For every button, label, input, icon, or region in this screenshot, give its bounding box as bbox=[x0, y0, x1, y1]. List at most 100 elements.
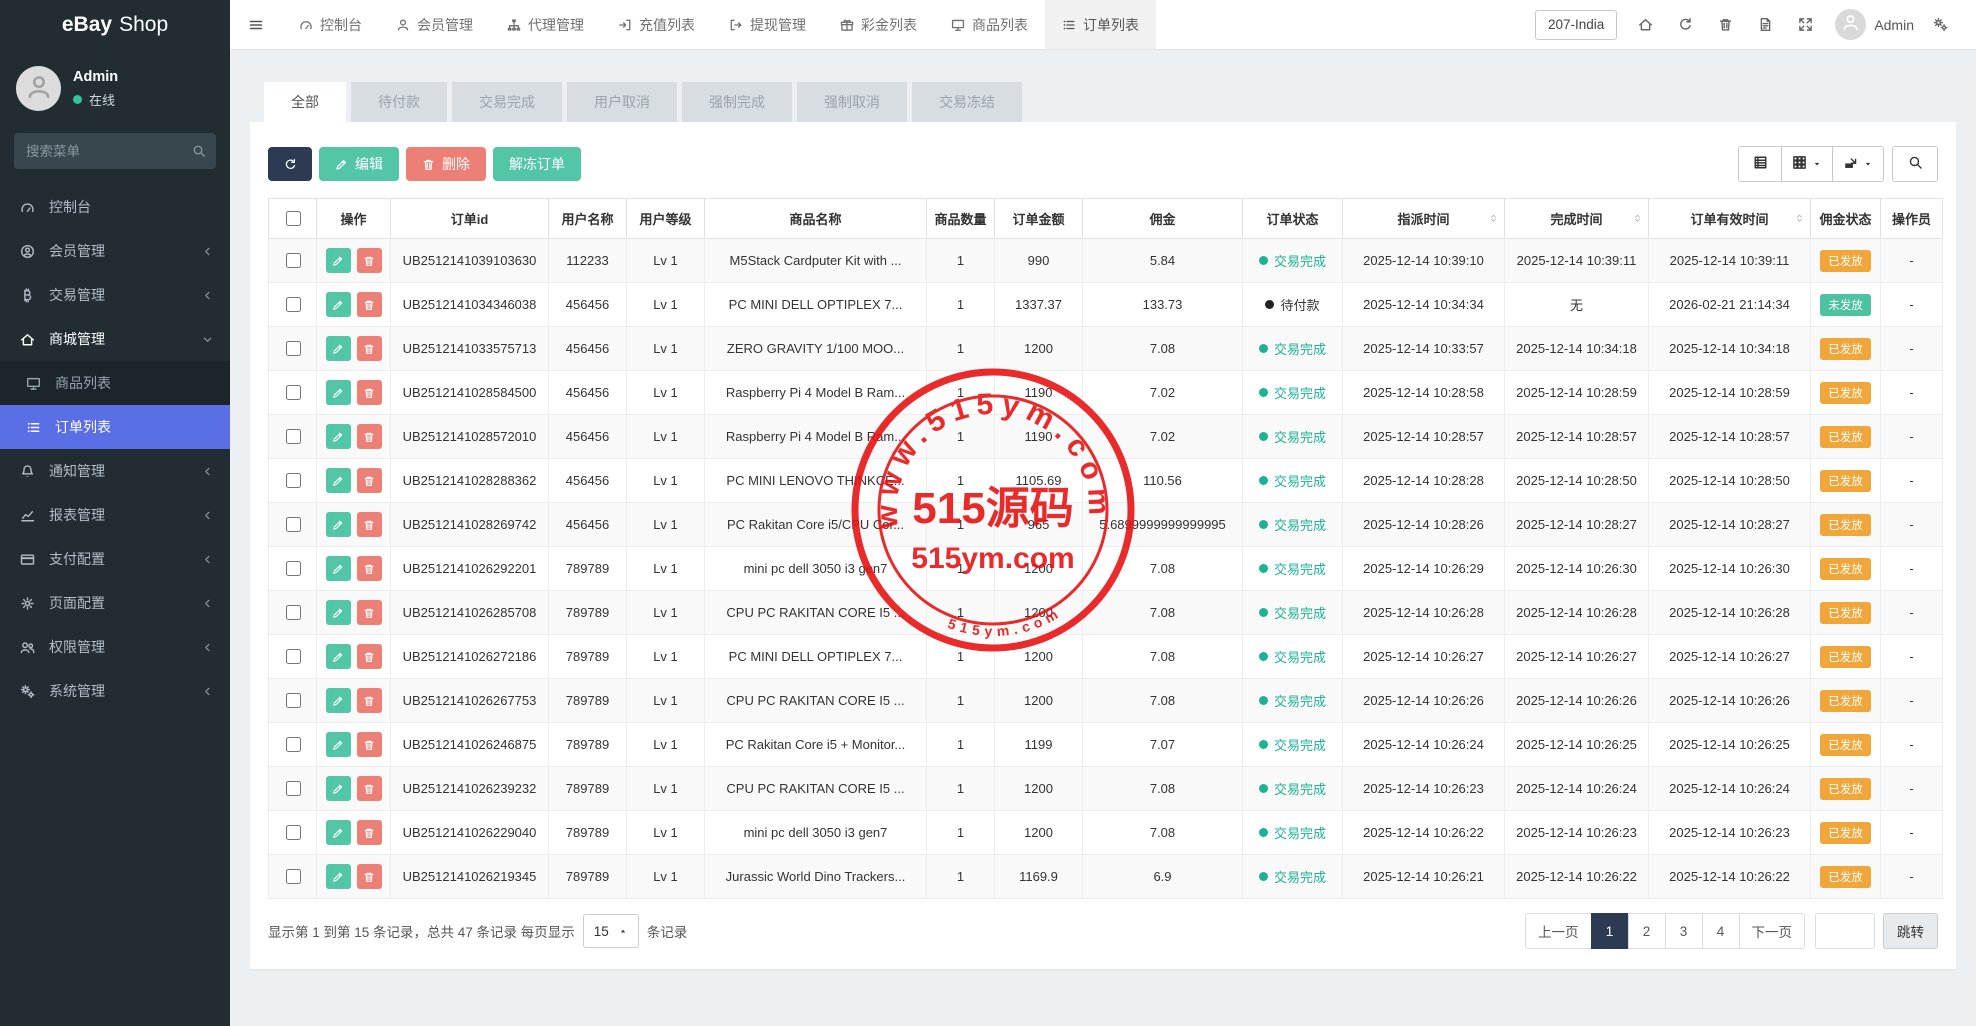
row-checkbox[interactable] bbox=[286, 825, 301, 840]
toggle-view-button[interactable] bbox=[1738, 146, 1782, 182]
edit-row-button[interactable] bbox=[326, 248, 351, 273]
edit-row-button[interactable] bbox=[326, 820, 351, 845]
delete-row-button[interactable] bbox=[357, 820, 382, 845]
tab-5[interactable]: 强制取消 bbox=[797, 82, 907, 122]
page-button-2[interactable]: 2 bbox=[1628, 913, 1666, 949]
tab-0[interactable]: 全部 bbox=[264, 82, 346, 122]
edit-row-button[interactable] bbox=[326, 732, 351, 757]
delete-row-button[interactable] bbox=[357, 468, 382, 493]
sidebar-item-reports[interactable]: 报表管理 bbox=[0, 493, 230, 537]
column-header[interactable]: 订单id bbox=[391, 199, 549, 239]
delete-row-button[interactable] bbox=[357, 248, 382, 273]
delete-row-button[interactable] bbox=[357, 292, 382, 317]
delete-row-button[interactable] bbox=[357, 688, 382, 713]
edit-row-button[interactable] bbox=[326, 556, 351, 581]
row-checkbox[interactable] bbox=[286, 385, 301, 400]
sidebar-item-orders[interactable]: 订单列表 bbox=[0, 405, 230, 449]
column-header[interactable]: 佣金状态 bbox=[1811, 199, 1881, 239]
sidebar-item-console[interactable]: 控制台 bbox=[0, 185, 230, 229]
settings-icon[interactable] bbox=[1920, 0, 1960, 50]
tab-2[interactable]: 交易完成 bbox=[452, 82, 562, 122]
select-all-checkbox[interactable] bbox=[286, 211, 301, 226]
edit-row-button[interactable] bbox=[326, 380, 351, 405]
column-header[interactable]: 商品数量 bbox=[927, 199, 995, 239]
column-header[interactable]: 佣金 bbox=[1083, 199, 1243, 239]
tab-4[interactable]: 强制完成 bbox=[682, 82, 792, 122]
delete-row-button[interactable] bbox=[357, 644, 382, 669]
row-checkbox[interactable] bbox=[286, 253, 301, 268]
column-header[interactable]: 商品名称 bbox=[705, 199, 927, 239]
region-selector[interactable]: 207-India bbox=[1535, 10, 1617, 40]
column-header[interactable]: 操作员 bbox=[1881, 199, 1943, 239]
avatar[interactable] bbox=[1835, 9, 1866, 40]
sidebar-item-notices[interactable]: 通知管理 bbox=[0, 449, 230, 493]
edit-row-button[interactable] bbox=[326, 336, 351, 361]
edit-row-button[interactable] bbox=[326, 644, 351, 669]
topnav-item-bonus[interactable]: 彩金列表 bbox=[823, 0, 934, 49]
sidebar-item-permissions[interactable]: 权限管理 bbox=[0, 625, 230, 669]
delete-row-button[interactable] bbox=[357, 864, 382, 889]
delete-row-button[interactable] bbox=[357, 424, 382, 449]
delete-row-button[interactable] bbox=[357, 600, 382, 625]
export-button[interactable] bbox=[1832, 146, 1884, 182]
row-checkbox[interactable] bbox=[286, 737, 301, 752]
edit-button[interactable]: 编辑 bbox=[319, 147, 399, 181]
sidebar-item-products[interactable]: 商品列表 bbox=[0, 361, 230, 405]
delete-row-button[interactable] bbox=[357, 776, 382, 801]
document-icon[interactable] bbox=[1745, 0, 1785, 50]
row-checkbox[interactable] bbox=[286, 693, 301, 708]
topnav-item-agents[interactable]: 代理管理 bbox=[490, 0, 601, 49]
topnav-item-recharge[interactable]: 充值列表 bbox=[601, 0, 712, 49]
jump-page-input[interactable] bbox=[1815, 913, 1875, 949]
column-header[interactable]: 用户等级 bbox=[627, 199, 705, 239]
tab-1[interactable]: 待付款 bbox=[351, 82, 447, 122]
app-logo[interactable]: eBay Shop bbox=[0, 0, 230, 50]
admin-name[interactable]: Admin bbox=[1874, 17, 1914, 33]
next-page-button[interactable]: 下一页 bbox=[1739, 913, 1806, 949]
menu-toggle-icon[interactable] bbox=[230, 0, 282, 49]
edit-row-button[interactable] bbox=[326, 600, 351, 625]
column-header[interactable]: 订单金额 bbox=[995, 199, 1083, 239]
edit-row-button[interactable] bbox=[326, 776, 351, 801]
edit-row-button[interactable] bbox=[326, 292, 351, 317]
edit-row-button[interactable] bbox=[326, 864, 351, 889]
sidebar-item-members[interactable]: 会员管理 bbox=[0, 229, 230, 273]
jump-button[interactable]: 跳转 bbox=[1883, 913, 1938, 949]
sidebar-item-payment-config[interactable]: 支付配置 bbox=[0, 537, 230, 581]
row-checkbox[interactable] bbox=[286, 561, 301, 576]
refresh-icon[interactable] bbox=[1665, 0, 1705, 50]
sidebar-item-page-config[interactable]: 页面配置 bbox=[0, 581, 230, 625]
search-button[interactable] bbox=[1892, 146, 1938, 182]
sidebar-item-mall[interactable]: 商城管理 bbox=[0, 317, 230, 361]
refresh-table-button[interactable] bbox=[268, 147, 312, 181]
unfreeze-order-button[interactable]: 解冻订单 bbox=[493, 147, 581, 181]
edit-row-button[interactable] bbox=[326, 512, 351, 537]
row-checkbox[interactable] bbox=[286, 649, 301, 664]
row-checkbox[interactable] bbox=[286, 429, 301, 444]
fullscreen-icon[interactable] bbox=[1785, 0, 1825, 50]
delete-row-button[interactable] bbox=[357, 732, 382, 757]
sidebar-item-trades[interactable]: 交易管理 bbox=[0, 273, 230, 317]
search-icon[interactable] bbox=[182, 133, 216, 169]
prev-page-button[interactable]: 上一页 bbox=[1525, 913, 1592, 949]
tab-6[interactable]: 交易冻结 bbox=[912, 82, 1022, 122]
topnav-item-members[interactable]: 会员管理 bbox=[379, 0, 490, 49]
columns-button[interactable] bbox=[1781, 146, 1833, 182]
column-header[interactable]: 操作 bbox=[317, 199, 391, 239]
delete-row-button[interactable] bbox=[357, 512, 382, 537]
row-checkbox[interactable] bbox=[286, 517, 301, 532]
topnav-item-console[interactable]: 控制台 bbox=[282, 0, 379, 49]
sort-icon[interactable] bbox=[1632, 212, 1643, 225]
page-button-3[interactable]: 3 bbox=[1665, 913, 1703, 949]
row-checkbox[interactable] bbox=[286, 473, 301, 488]
row-checkbox[interactable] bbox=[286, 869, 301, 884]
topnav-item-orders[interactable]: 订单列表 bbox=[1045, 0, 1156, 49]
row-checkbox[interactable] bbox=[286, 341, 301, 356]
edit-row-button[interactable] bbox=[326, 688, 351, 713]
topnav-item-withdraw[interactable]: 提现管理 bbox=[712, 0, 823, 49]
delete-row-button[interactable] bbox=[357, 380, 382, 405]
delete-row-button[interactable] bbox=[357, 336, 382, 361]
page-size-select[interactable]: 15 bbox=[583, 914, 639, 948]
row-checkbox[interactable] bbox=[286, 297, 301, 312]
row-checkbox[interactable] bbox=[286, 605, 301, 620]
